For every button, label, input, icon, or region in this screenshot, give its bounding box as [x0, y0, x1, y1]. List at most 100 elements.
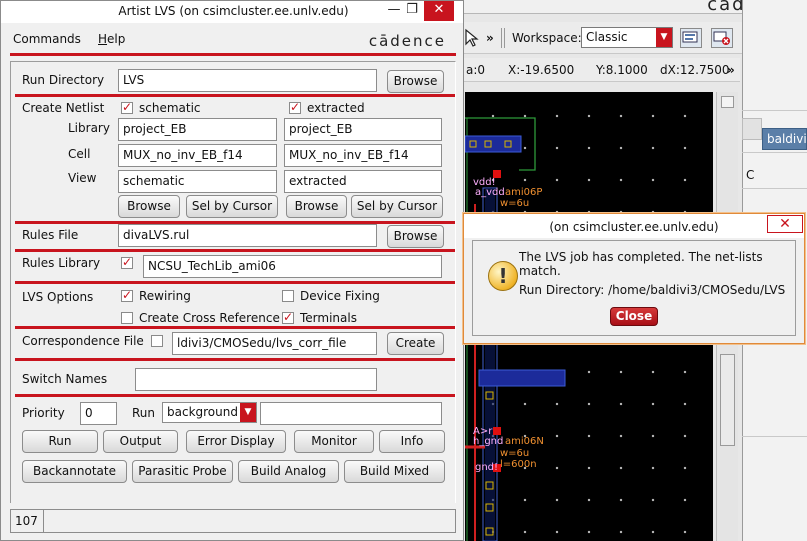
extracted-browse-button[interactable]: Browse	[286, 195, 347, 218]
status-divider	[43, 510, 44, 532]
workspace-label: Workspace:	[512, 31, 582, 45]
pointer-icon[interactable]	[463, 28, 479, 48]
workspace-delete-icon[interactable]	[711, 28, 733, 48]
menu-help-label: elp	[107, 32, 126, 46]
dialog-titlebar[interactable]: (on csimcluster.ee.unlv.edu) ✕	[464, 214, 804, 238]
schematic-sel-by-cursor-button[interactable]: Sel by Cursor	[186, 195, 278, 218]
rules-file-label: Rules File	[22, 228, 79, 242]
rules-file-browse-button[interactable]: Browse	[387, 225, 444, 248]
workspace-select[interactable]: Classic ▼	[581, 27, 673, 48]
switch-names-input[interactable]	[135, 368, 377, 391]
coord-y: Y:8.1000	[596, 63, 648, 77]
info-button[interactable]: Info	[379, 430, 445, 453]
rules-library-label: Rules Library	[22, 256, 101, 270]
lvs-menubar: Commands Help cādence	[10, 28, 456, 56]
menu-commands[interactable]: Commands	[13, 32, 81, 46]
parasitic-probe-button[interactable]: Parasitic Probe	[132, 460, 233, 483]
correspondence-file-input[interactable]: ldivi3/CMOSedu/lvs_corr_file	[172, 332, 377, 355]
grid-divider	[742, 152, 807, 153]
run-mode-value: background	[167, 405, 238, 419]
grid-corner	[742, 118, 762, 140]
chevron-down-icon[interactable]: ▼	[240, 403, 256, 422]
coord-dx: dX:12.7500	[660, 63, 730, 77]
schematic-library-input[interactable]: project_EB	[118, 118, 277, 141]
section-divider	[15, 94, 455, 97]
run-directory-browse-button[interactable]: Browse	[387, 70, 444, 93]
maximize-icon[interactable]: ❐	[400, 1, 424, 21]
chevron-down-icon[interactable]: ▼	[656, 28, 672, 47]
layout-label-wp: w=6u	[500, 198, 530, 209]
schematic-view-input[interactable]: schematic	[118, 170, 277, 193]
extracted-cell-input[interactable]: MUX_no_inv_EB_f14	[284, 144, 442, 167]
correspondence-create-button[interactable]: Create	[387, 332, 444, 355]
grid-divider	[742, 110, 807, 111]
scroll-thumb[interactable]	[720, 354, 735, 446]
dialog-title: (on csimcluster.ee.unlv.edu)	[549, 220, 719, 234]
lvs-titlebar[interactable]: Artist LVS (on csimcluster.ee.unlv.edu) …	[1, 1, 463, 23]
lvs-complete-dialog: (on csimcluster.ee.unlv.edu) ✕ ! The LVS…	[463, 213, 805, 344]
dialog-close-icon[interactable]: ✕	[767, 215, 803, 233]
cell-label: Cell	[68, 147, 91, 161]
menu-help-mnemonic: H	[98, 32, 108, 46]
section-divider	[15, 326, 455, 329]
layout-label-hgnd: h_gnd	[473, 436, 504, 447]
schematic-checkbox-label: schematic	[139, 101, 201, 115]
run-mode-extra-input[interactable]	[260, 402, 442, 425]
status-number: 107	[15, 514, 38, 528]
dialog-body: ! The LVS job has completed. The net-lis…	[472, 240, 796, 336]
schematic-cell-input[interactable]: MUX_no_inv_EB_f14	[118, 144, 277, 167]
grid-column-header[interactable]: baldivi	[762, 128, 807, 150]
section-divider	[15, 394, 455, 397]
lvs-options-label: LVS Options	[22, 290, 94, 304]
coordbar-chevron-icon[interactable]: »	[727, 63, 735, 77]
menu-help[interactable]: Help	[98, 32, 125, 46]
extracted-view-input[interactable]: extracted	[284, 170, 442, 193]
cadence-logo: cādence	[368, 32, 446, 50]
run-button[interactable]: Run	[22, 430, 98, 453]
build-analog-button[interactable]: Build Analog	[238, 460, 339, 483]
schematic-checkbox[interactable]	[121, 100, 133, 114]
device-fixing-checkbox[interactable]	[282, 290, 294, 302]
priority-input[interactable]: 0	[80, 402, 117, 425]
cross-reference-label: Create Cross Reference	[139, 311, 280, 325]
monitor-button[interactable]: Monitor	[294, 430, 374, 453]
run-directory-label: Run Directory	[22, 73, 105, 87]
terminals-checkbox[interactable]	[282, 310, 294, 324]
extracted-sel-by-cursor-button[interactable]: Sel by Cursor	[351, 195, 443, 218]
rules-library-checkbox[interactable]	[121, 255, 133, 269]
priority-label: Priority	[22, 406, 65, 420]
workspace-save-icon[interactable]	[680, 28, 702, 48]
backannotate-button[interactable]: Backannotate	[22, 460, 127, 483]
correspondence-checkbox[interactable]	[151, 335, 163, 347]
layout-label-ln: l=600n	[500, 459, 537, 470]
close-icon[interactable]: ✕	[424, 1, 454, 21]
run-directory-input[interactable]: LVS	[118, 69, 377, 92]
device-fixing-label: Device Fixing	[300, 289, 380, 303]
section-divider	[15, 249, 455, 252]
layout-label-ami06n: ami06N	[505, 436, 544, 447]
extracted-library-input[interactable]: project_EB	[284, 118, 442, 141]
run-mode-select[interactable]: background ▼	[162, 402, 257, 423]
rewiring-checkbox[interactable]	[121, 288, 133, 302]
rules-library-input[interactable]: NCSU_TechLib_ami06	[143, 255, 442, 278]
scroll-up-arrow[interactable]	[721, 96, 734, 108]
exclamation-icon: !	[488, 261, 518, 291]
rewiring-label: Rewiring	[139, 289, 191, 303]
rules-file-input[interactable]: divaLVS.rul	[118, 224, 377, 247]
dialog-close-button[interactable]: Close	[610, 307, 658, 326]
extracted-checkbox-label: extracted	[307, 101, 365, 115]
cross-reference-checkbox[interactable]	[121, 312, 133, 324]
extracted-checkbox[interactable]	[289, 100, 301, 114]
terminals-label: Terminals	[300, 311, 357, 325]
build-mixed-button[interactable]: Build Mixed	[344, 460, 445, 483]
lvs-status-line: 107	[10, 509, 456, 533]
dialog-message: The LVS job has completed. The net-lists…	[519, 250, 763, 278]
run-mode-label: Run	[132, 406, 156, 420]
layout-label-avdd: a_vdd	[475, 187, 505, 198]
correspondence-label: Correspondence File	[22, 334, 144, 348]
layout-label-wn: w=6u	[500, 448, 530, 459]
schematic-browse-button[interactable]: Browse	[118, 195, 180, 218]
error-display-button[interactable]: Error Display	[186, 430, 286, 453]
toolbar-chevron-icon[interactable]: »	[486, 31, 494, 45]
output-button[interactable]: Output	[103, 430, 178, 453]
